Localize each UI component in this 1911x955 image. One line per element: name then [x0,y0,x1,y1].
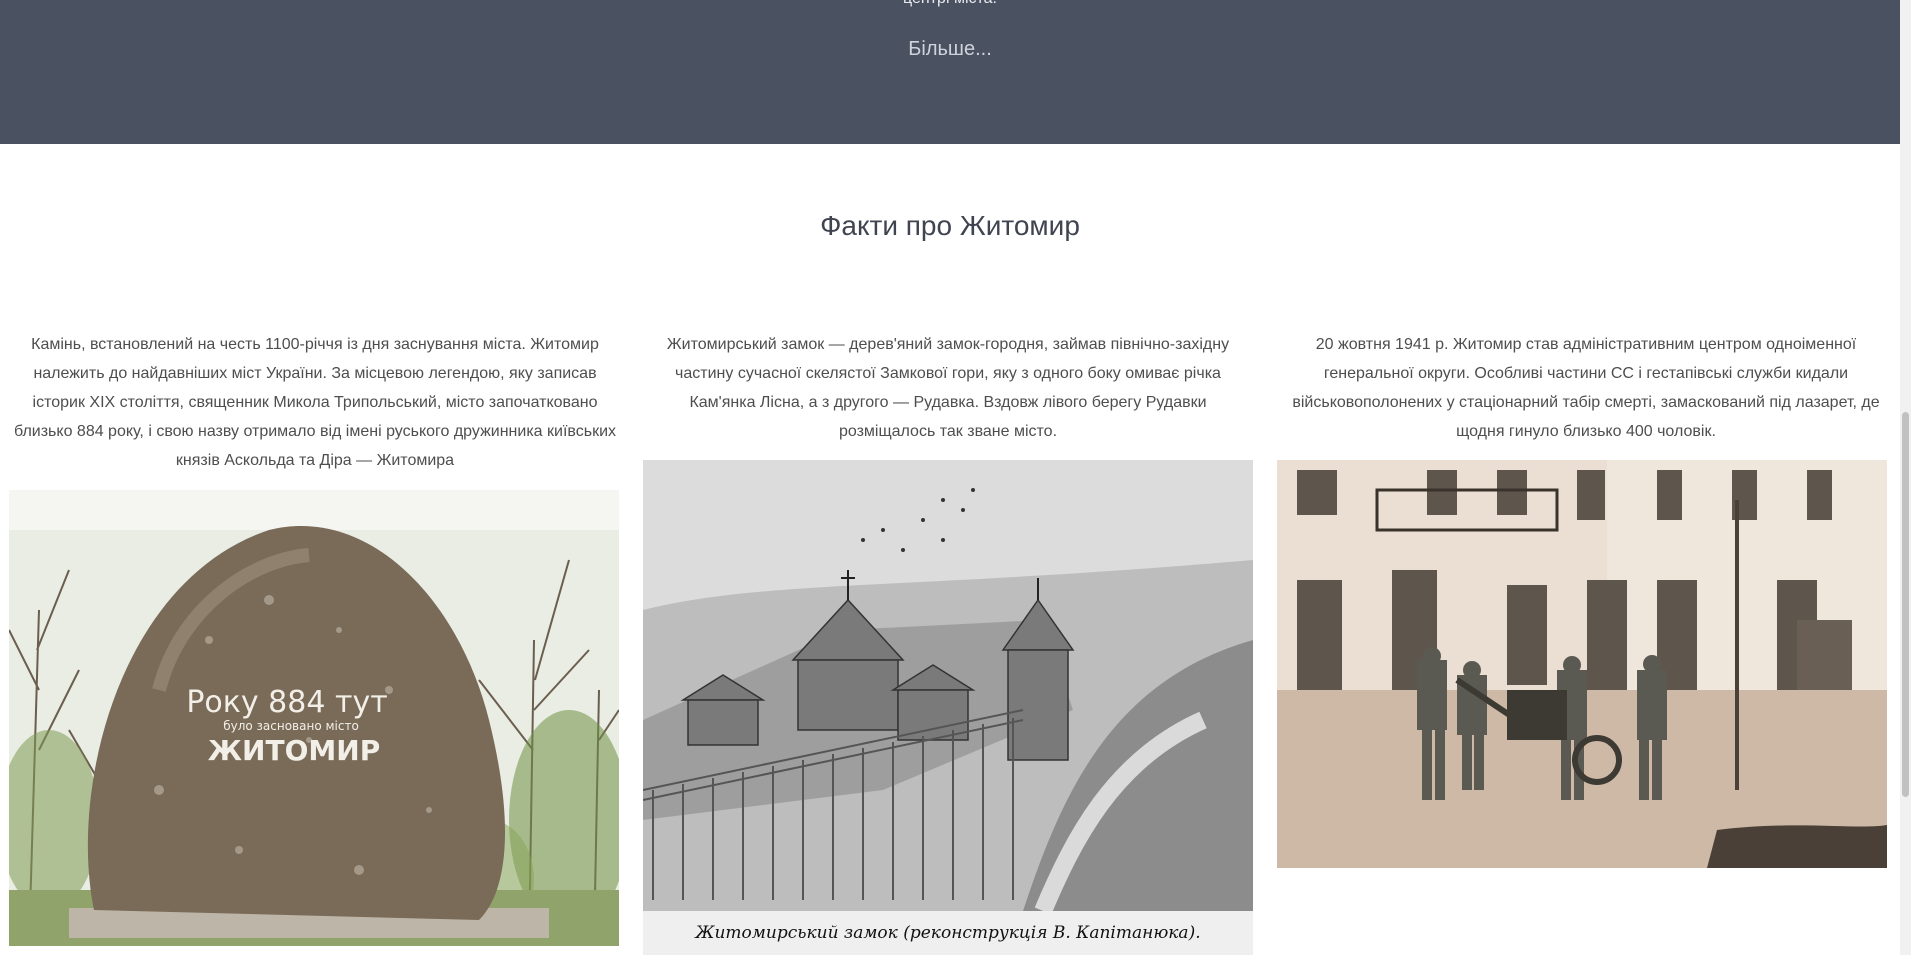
stone-inscription-1: Року 884 тут [186,685,387,720]
fact-image-1941 [1277,460,1887,868]
more-link[interactable]: Більше... [0,38,1900,61]
top-section-band: центрі міста. Більше... [0,0,1900,144]
stone-inscription-3: ЖИТОМИР [208,734,380,767]
fact-text-1: Камінь, встановлений на честь 1100-річчя… [14,336,616,469]
fact-text-2: Житомирський замок — дерев'яний замок-го… [666,336,1230,440]
cut-off-text: центрі міста. [0,0,1900,8]
fact-card-1: Камінь, встановлений на честь 1100-річчя… [7,330,623,475]
scrollbar-thumb[interactable] [1902,412,1909,797]
fact-image-stone: Року 884 тут було засновано місто ЖИТОМИ… [9,490,619,946]
page-scrollbar[interactable] [1900,0,1911,955]
stone-inscription-2: було засновано місто [223,719,359,733]
fact-card-3: 20 жовтня 1941 р. Житомир став адміністр… [1278,330,1894,446]
castle-image-caption: Житомирський замок (реконструкція В. Кап… [643,911,1253,955]
facts-section-title: Факти про Житомир [820,210,1080,241]
fact-text-3: 20 жовтня 1941 р. Житомир став адміністр… [1292,336,1880,440]
fact-card-2: Житомирський замок — дерев'яний замок-го… [640,330,1256,446]
fact-image-castle: Житомирський замок (реконструкція В. Кап… [643,460,1253,955]
